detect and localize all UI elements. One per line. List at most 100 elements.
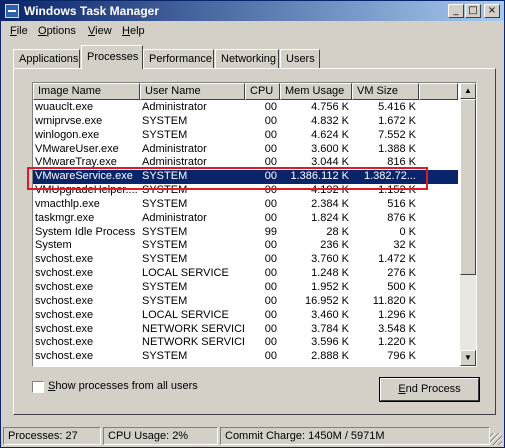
cell-cpu: 00 [264, 128, 277, 141]
table-row[interactable]: System Idle Process SYSTEM 99 28 K 0 K [33, 226, 458, 240]
menu-file-label: ile [16, 25, 28, 37]
cell-mem-usage: 3.044 K [311, 156, 349, 169]
cell-mem-usage: 2.888 K [311, 350, 349, 363]
cell-cpu: 99 [264, 225, 277, 238]
cell-user-name: SYSTEM [142, 350, 188, 363]
end-process-mnemonic: E [398, 383, 406, 395]
table-row[interactable]: vmacthlp.exe SYSTEM 00 2.384 K 516 K [33, 198, 458, 212]
end-process-button[interactable]: End Process [379, 377, 480, 402]
table-row[interactable]: winlogon.exe SYSTEM 00 4.624 K 7.552 K [33, 129, 458, 143]
window-title: Windows Task Manager [24, 4, 160, 18]
task-manager-window: Windows Task Manager _ □ × File Options … [0, 0, 505, 448]
column-header-vm-size[interactable]: VM Size [352, 83, 419, 100]
table-row[interactable]: VMwareTray.exe Administrator 00 3.044 K 816 … [33, 156, 458, 170]
cell-cpu: 00 [264, 170, 277, 183]
cell-user-name: SYSTEM [142, 197, 188, 210]
cell-vm-size: 1.296 K [378, 308, 416, 321]
scroll-down-arrow-icon[interactable]: ▼ [460, 350, 476, 366]
cell-vm-size: 1.472 K [378, 253, 416, 266]
table-row[interactable]: System SYSTEM 00 236 K 32 K [33, 239, 458, 253]
tab-users[interactable]: Users [280, 49, 320, 68]
cell-vm-size: 816 K [387, 156, 416, 169]
menu-help[interactable]: Help [122, 25, 145, 37]
cell-image-name: vmacthlp.exe [35, 197, 100, 210]
tab-networking[interactable]: Networking [215, 49, 279, 68]
cell-cpu: 00 [264, 294, 277, 307]
menu-file[interactable]: File [10, 25, 28, 37]
cell-image-name: svchost.exe [35, 267, 94, 280]
table-row[interactable]: svchost.exe SYSTEM 00 3.760 K 1.472 K [33, 253, 458, 267]
menu-view[interactable]: View [88, 25, 112, 37]
cell-mem-usage: 4.832 K [311, 114, 349, 127]
menu-help-mnemonic: H [122, 25, 130, 37]
minimize-button[interactable]: _ [448, 4, 464, 18]
cell-image-name: taskmgr.exe [35, 211, 95, 224]
status-commit-charge: Commit Charge: 1450M / 5971M [220, 427, 490, 445]
cell-cpu: 00 [264, 308, 277, 321]
cell-mem-usage: 4.624 K [311, 128, 349, 141]
show-all-users-text: how processes from all users [55, 380, 198, 392]
table-row[interactable]: svchost.exe SYSTEM 00 2.888 K 796 K [33, 350, 458, 364]
column-header-image-name[interactable]: Image Name [33, 83, 140, 100]
cell-cpu: 00 [264, 336, 277, 349]
cell-cpu: 00 [264, 350, 277, 363]
cell-cpu: 00 [264, 114, 277, 127]
table-row[interactable]: VMwareUser.exe Administrator 00 3.600 K 1.38… [33, 143, 458, 157]
cell-cpu: 00 [264, 280, 277, 293]
table-row[interactable]: svchost.exe LOCAL SERVICE 00 3.460 K 1.296 K [33, 309, 458, 323]
vertical-scrollbar[interactable]: ▲ ▼ [460, 83, 476, 366]
tab-processes[interactable]: Processes [81, 45, 143, 69]
show-all-users-checkbox[interactable] [32, 381, 44, 393]
tab-applications[interactable]: Applications [13, 49, 80, 68]
status-cpu-usage: CPU Usage: 2% [103, 427, 218, 445]
cell-mem-usage: 236 K [320, 239, 349, 252]
process-list[interactable]: Image Name User Name CPU Mem Usage VM Si… [32, 82, 477, 367]
title-bar[interactable]: Windows Task Manager _ □ × [1, 1, 504, 21]
scroll-up-arrow-icon[interactable]: ▲ [460, 83, 476, 99]
menu-bar: File Options View Help [1, 22, 504, 40]
table-row[interactable]: svchost.exe SYSTEM 00 1.952 K 500 K [33, 281, 458, 295]
cell-cpu: 00 [264, 239, 277, 252]
status-bar: Processes: 27 CPU Usage: 2% Commit Charg… [1, 425, 504, 447]
cell-image-name: svchost.exe [35, 350, 94, 363]
show-all-users-label[interactable]: Show processes from all users [48, 380, 198, 392]
tab-performance[interactable]: Performance [143, 49, 214, 68]
cell-image-name: svchost.exe [35, 322, 94, 335]
table-row[interactable]: svchost.exe NETWORK SERVICE 00 3.596 K 1.220… [33, 336, 458, 350]
table-row[interactable]: wmiprvse.exe SYSTEM 00 4.832 K 1.672 K [33, 115, 458, 129]
cell-user-name: SYSTEM [142, 239, 188, 252]
menu-options[interactable]: Options [38, 25, 76, 37]
resize-grip-icon[interactable] [490, 433, 502, 445]
cell-user-name: SYSTEM [142, 280, 188, 293]
cell-image-name: svchost.exe [35, 294, 94, 307]
table-row[interactable]: VMwareService.exe SYSTEM 00 1.386.112 K 1.38… [33, 170, 458, 185]
column-header-mem-usage[interactable]: Mem Usage [280, 83, 352, 100]
table-row[interactable]: taskmgr.exe Administrator 00 1.824 K 876 K [33, 212, 458, 226]
cell-mem-usage: 3.460 K [311, 308, 349, 321]
close-button[interactable]: × [484, 4, 500, 18]
cell-image-name: VMwareUser.exe [35, 142, 119, 155]
cell-mem-usage: 28 K [326, 225, 349, 238]
column-header-user-name[interactable]: User Name [140, 83, 245, 100]
cell-cpu: 00 [264, 322, 277, 335]
scrollbar-thumb[interactable] [460, 99, 476, 275]
table-row[interactable]: wuauclt.exe Administrator 00 4.756 K 5.416 K [33, 101, 458, 115]
maximize-button[interactable]: □ [465, 4, 481, 18]
cell-image-name: System [35, 239, 72, 252]
cell-user-name: SYSTEM [142, 225, 188, 238]
cell-user-name: SYSTEM [142, 114, 188, 127]
end-process-text: nd Process [405, 383, 461, 395]
menu-help-label: elp [129, 25, 145, 37]
cell-mem-usage: 3.784 K [311, 322, 349, 335]
cell-user-name: LOCAL SERVICE [142, 267, 229, 280]
table-row[interactable]: svchost.exe LOCAL SERVICE 00 1.248 K 276 K [33, 267, 458, 281]
table-row[interactable]: VMUpgradeHelper.... SYSTEM 00 4.192 K 1.152 … [33, 184, 458, 198]
column-header-cpu[interactable]: CPU [245, 83, 280, 100]
table-row[interactable]: svchost.exe NETWORK SERVICE 00 3.784 K 3.548… [33, 323, 458, 337]
cell-vm-size: 876 K [387, 211, 416, 224]
table-row[interactable]: svchost.exe SYSTEM 00 16.952 K 11.820 K [33, 295, 458, 309]
cell-image-name: wuauclt.exe [35, 101, 94, 113]
cell-vm-size: 0 K [399, 225, 416, 238]
cell-user-name: SYSTEM [142, 294, 188, 307]
cell-user-name: Administrator [142, 142, 207, 155]
